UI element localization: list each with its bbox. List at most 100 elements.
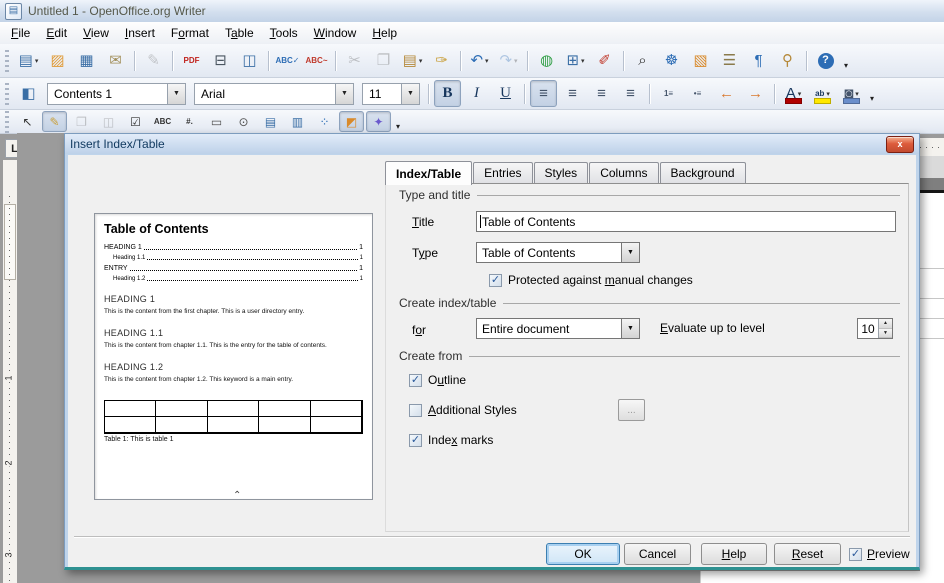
tab-styles[interactable]: Styles <box>534 162 589 184</box>
evaluate-level-spinner[interactable]: 10 ▲ ▼ <box>857 318 893 339</box>
chevron-down-icon[interactable]: ▾ <box>514 57 518 65</box>
align-left-button[interactable]: ≡ <box>530 80 557 107</box>
protected-checkbox[interactable] <box>489 274 502 287</box>
form-design-button[interactable]: ◩ <box>339 111 364 132</box>
font-name-combo[interactable]: Arial ▼ <box>194 83 354 105</box>
title-input[interactable]: Table of Contents <box>476 211 896 232</box>
menu-edit[interactable]: Edit <box>38 23 75 43</box>
chevron-down-icon[interactable]: ▾ <box>581 57 585 65</box>
window-titlebar[interactable]: ▤ Untitled 1 - OpenOffice.org Writer <box>0 0 944 23</box>
chevron-down-icon[interactable]: ▾ <box>798 90 802 98</box>
option-button-button[interactable]: ⊙ <box>231 111 256 132</box>
combo-box-button[interactable]: ▥ <box>285 111 310 132</box>
bold-button[interactable]: B <box>434 80 461 107</box>
navigator-button[interactable]: ☸ <box>658 47 685 74</box>
toolbar-grip[interactable] <box>5 83 9 105</box>
list-box-button[interactable]: ▤ <box>258 111 283 132</box>
highlighting-button[interactable]: ab▾ <box>809 80 836 107</box>
paste-button[interactable]: ▤▾ <box>399 47 426 74</box>
chevron-down-icon[interactable]: ▼ <box>621 319 639 338</box>
toolbar-grip[interactable] <box>5 50 9 72</box>
menu-format[interactable]: Format <box>163 23 217 43</box>
nonprinting-characters-button[interactable]: ¶ <box>745 47 772 74</box>
select-button[interactable]: ↖ <box>15 111 40 132</box>
chevron-down-icon[interactable]: ▾ <box>485 57 489 65</box>
standard-toolbar-options[interactable]: ▾ <box>844 61 848 70</box>
open-document-button[interactable]: ▨ <box>44 47 71 74</box>
gallery-button[interactable]: ▧ <box>687 47 714 74</box>
undo-button[interactable]: ↶▾ <box>466 47 493 74</box>
for-dropdown[interactable]: Entire document ▼ <box>476 318 640 339</box>
decrease-indent-button[interactable]: ← <box>713 80 740 107</box>
menu-help[interactable]: Help <box>364 23 405 43</box>
styles-and-formatting-button[interactable]: ◧ <box>15 80 42 107</box>
insert-table-button[interactable]: ⊞▾ <box>562 47 589 74</box>
chevron-down-icon[interactable]: ▼ <box>167 84 185 104</box>
numbering-on-off-button[interactable]: 1≡ <box>655 80 682 107</box>
text-box-button[interactable]: ▭ <box>204 111 229 132</box>
zoom-button[interactable]: ⚲ <box>774 47 801 74</box>
menu-table[interactable]: Table <box>217 23 262 43</box>
chevron-down-icon[interactable]: ▾ <box>35 57 39 65</box>
menu-window[interactable]: Window <box>306 23 365 43</box>
align-right-button[interactable]: ≡ <box>588 80 615 107</box>
vertical-ruler[interactable]: 1 2 3 <box>3 160 17 583</box>
tab-index-table[interactable]: Index/Table <box>385 161 472 185</box>
page-preview-button[interactable]: ◫ <box>236 47 263 74</box>
export-as-pdf-button[interactable]: PDF <box>178 47 205 74</box>
font-color-button[interactable]: A▾ <box>780 80 807 107</box>
wizards-on-off-button[interactable]: ✦ <box>366 111 391 132</box>
help-button[interactable]: Help <box>701 543 767 565</box>
additional-styles-more-button[interactable]: ... <box>618 399 645 421</box>
underline-button[interactable]: U <box>492 80 519 107</box>
justified-button[interactable]: ≡ <box>617 80 644 107</box>
design-mode-on-off-button[interactable]: ✎ <box>42 111 67 132</box>
dialog-titlebar[interactable]: Insert Index/Table x <box>65 134 919 154</box>
help-button[interactable]: ? <box>812 47 839 74</box>
chevron-down-icon[interactable]: ▼ <box>621 243 639 262</box>
outline-checkbox[interactable] <box>409 374 422 387</box>
new-document-button[interactable]: ▤▾ <box>15 47 42 74</box>
menu-view[interactable]: View <box>75 23 117 43</box>
additional-styles-checkbox[interactable] <box>409 404 422 417</box>
spinner-up-icon[interactable]: ▲ <box>879 319 892 329</box>
chevron-down-icon[interactable]: ▾ <box>826 90 830 98</box>
close-icon[interactable]: x <box>886 136 914 153</box>
background-color-button[interactable]: ◙▾ <box>838 80 865 107</box>
tab-entries[interactable]: Entries <box>473 162 532 184</box>
print-file-button[interactable]: ⊟ <box>207 47 234 74</box>
auto-spellcheck-button[interactable]: ABC~ <box>303 47 330 74</box>
tab-background[interactable]: Background <box>660 162 746 184</box>
format-paintbrush-button[interactable]: ✑ <box>428 47 455 74</box>
hyperlink-button[interactable]: ◍ <box>533 47 560 74</box>
formatted-field-button[interactable]: #. <box>177 111 202 132</box>
show-draw-functions-button[interactable]: ✐ <box>591 47 618 74</box>
index-marks-checkbox[interactable] <box>409 434 422 447</box>
find-and-replace-button[interactable]: ⌕ <box>629 47 656 74</box>
label-field-button[interactable]: ABC <box>150 111 175 132</box>
reset-button[interactable]: Reset <box>774 543 841 565</box>
preview-checkbox[interactable] <box>849 548 862 561</box>
chevron-down-icon[interactable]: ▾ <box>419 57 423 65</box>
bullets-on-off-button[interactable]: •≡ <box>684 80 711 107</box>
spellcheck-button[interactable]: ABC✓ <box>274 47 301 74</box>
ok-button[interactable]: OK <box>546 543 620 565</box>
formatting-toolbar-options[interactable]: ▾ <box>870 94 874 103</box>
spinner-down-icon[interactable]: ▼ <box>879 329 892 339</box>
type-dropdown[interactable]: Table of Contents ▼ <box>476 242 640 263</box>
menu-tools[interactable]: Tools <box>262 23 306 43</box>
menu-insert[interactable]: Insert <box>117 23 163 43</box>
chevron-down-icon[interactable]: ▾ <box>855 90 859 98</box>
form-toolbar-options[interactable]: ▾ <box>396 122 400 131</box>
check-box-button[interactable]: ☑ <box>123 111 148 132</box>
paragraph-style-combo[interactable]: Contents 1 ▼ <box>47 83 186 105</box>
menu-file[interactable]: File <box>3 23 38 43</box>
horizontal-ruler-fragment[interactable] <box>920 138 944 156</box>
font-size-combo[interactable]: 11 ▼ <box>362 83 420 105</box>
chevron-down-icon[interactable]: ▼ <box>401 84 419 104</box>
more-controls-button[interactable]: ⁘ <box>312 111 337 132</box>
increase-indent-button[interactable]: → <box>742 80 769 107</box>
save-document-button[interactable]: ▦ <box>73 47 100 74</box>
tab-columns[interactable]: Columns <box>589 162 658 184</box>
data-sources-button[interactable]: ☰ <box>716 47 743 74</box>
